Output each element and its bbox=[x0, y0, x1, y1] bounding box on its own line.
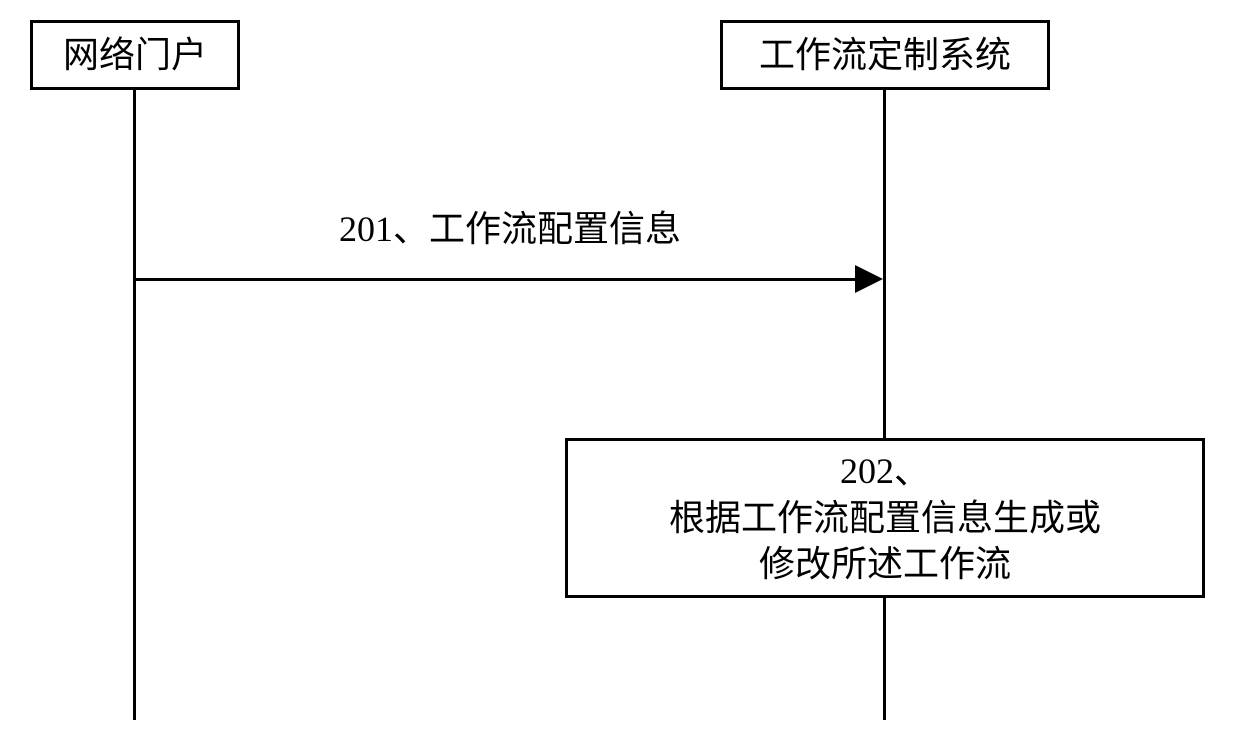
step-202-line1: 202、 bbox=[840, 451, 930, 491]
message-201-line bbox=[135, 278, 855, 281]
message-201-label: 201、工作流配置信息 bbox=[270, 205, 750, 254]
step-202-line3: 修改所述工作流 bbox=[759, 544, 1011, 584]
participant-right-box: 工作流定制系统 bbox=[720, 20, 1050, 90]
sequence-diagram: 网络门户 工作流定制系统 201、工作流配置信息 202、 根据工作流配置信息生… bbox=[0, 0, 1240, 735]
lifeline-right-bottom bbox=[883, 598, 886, 720]
lifeline-left bbox=[133, 90, 136, 720]
step-202-box: 202、 根据工作流配置信息生成或 修改所述工作流 bbox=[565, 438, 1205, 598]
participant-right-label: 工作流定制系统 bbox=[759, 32, 1011, 79]
participant-left-box: 网络门户 bbox=[30, 20, 240, 90]
participant-left-label: 网络门户 bbox=[63, 32, 207, 79]
lifeline-right-top bbox=[883, 90, 886, 438]
step-202-text: 202、 根据工作流配置信息生成或 修改所述工作流 bbox=[575, 448, 1195, 588]
message-201-arrow bbox=[855, 265, 883, 293]
step-202-line2: 根据工作流配置信息生成或 bbox=[669, 498, 1101, 538]
